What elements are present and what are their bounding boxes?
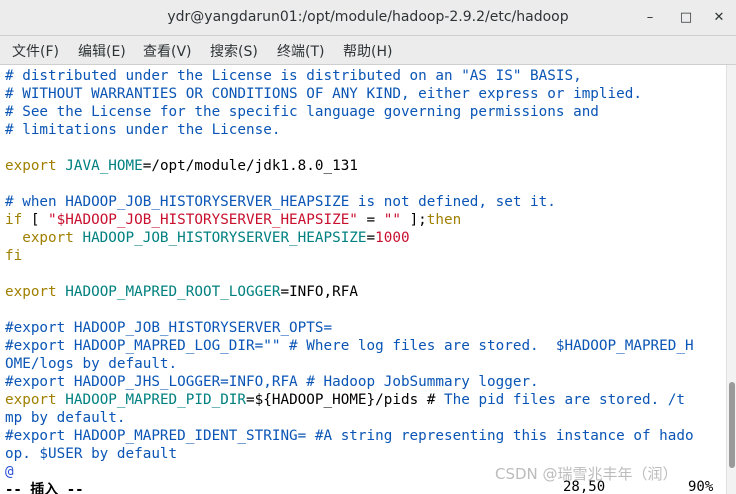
editor-line: fi [5,247,22,265]
code-token: # WITHOUT WARRANTIES OR CONDITIONS OF AN… [5,86,642,102]
editor-line: export HADOOP_MAPRED_PID_DIR=${HADOOP_HO… [5,391,685,409]
code-token: OME/logs by default. [5,356,178,372]
editor-line: # when HADOOP_JOB_HISTORYSERVER_HEAPSIZE… [5,193,556,211]
editor-line: export HADOOP_MAPRED_ROOT_LOGGER=INFO,RF… [5,283,358,301]
code-token: = [357,212,384,228]
editor-line: # See the License for the specific langu… [5,103,599,121]
code-token: then [426,212,462,228]
code-token: # distributed under the License is distr… [5,68,582,84]
menu-edit[interactable]: 编辑(E) [78,41,126,61]
editor-line: #export HADOOP_MAPRED_LOG_DIR="" # Where… [5,337,694,355]
editor-line: #export HADOOP_JOB_HISTORYSERVER_OPTS= [5,319,332,337]
code-token: 1000 [375,230,410,246]
editor-line: export HADOOP_JOB_HISTORYSERVER_HEAPSIZE… [5,229,410,247]
code-token: [ [22,212,49,228]
code-token: export [5,392,66,408]
code-token: HADOOP_MAPRED_PID_DIR [65,392,247,408]
code-token: # limitations under the License. [5,122,281,138]
editor-line: # limitations under the License. [5,121,280,139]
cursor-position: 28,50 [563,479,606,494]
code-token: /pids [375,392,427,408]
code-token: #export HADOOP_MAPRED_LOG_DIR="" # Where… [5,338,694,354]
menu-help[interactable]: 帮助(H) [343,41,392,61]
code-token: /opt/module/jdk1.8.0_131 [151,158,358,174]
editor-line: OME/logs by default. [5,355,177,373]
code-token: JAVA_HOME [65,158,143,174]
code-token: fi [5,248,23,264]
code-token: INFO,RFA [289,284,358,300]
code-token: The pid files are stored. /t [435,392,686,408]
menu-terminal[interactable]: 终端(T) [277,41,324,61]
menu-file[interactable]: 文件(F) [12,41,59,61]
code-token: @ [5,464,14,480]
menu-bar: 文件(F) 编辑(E) 查看(V) 搜索(S) 终端(T) 帮助(H) [0,36,736,65]
code-token: op. $USER by default [5,446,178,462]
editor-line: op. $USER by default [5,445,177,463]
code-token: = [246,392,255,408]
close-icon[interactable]: ✕ [710,9,728,27]
code-token: #export HADOOP_MAPRED_IDENT_STRING= #A s… [5,428,694,444]
code-token: HADOOP_MAPRED_ROOT_LOGGER [65,284,281,300]
code-token: # when HADOOP_JOB_HISTORYSERVER_HEAPSIZE… [5,194,556,210]
code-token: = [280,284,290,300]
code-token: #export HADOOP_JOB_HISTORYSERVER_OPTS= [5,320,333,336]
code-token: HADOOP_JOB_HISTORYSERVER_HEAPSIZE [82,230,367,246]
code-token: export [5,158,66,174]
editor-line: mp by default. [5,409,126,427]
code-token: #export HADOOP_JHS_LOGGER=INFO,RFA # Had… [5,374,539,390]
scrollbar[interactable] [726,65,736,494]
code-token: export [5,284,66,300]
scrollbar-thumb[interactable] [729,382,735,468]
code-token: if [5,212,23,228]
editor-line: #export HADOOP_JHS_LOGGER=INFO,RFA # Had… [5,373,539,391]
scroll-percent: 90% [688,479,714,494]
code-token: ]; [400,212,427,228]
editor-line: # WITHOUT WARRANTIES OR CONDITIONS OF AN… [5,85,642,103]
menu-view[interactable]: 查看(V) [143,41,192,61]
maximize-icon[interactable]: □ [677,9,695,27]
code-token: = [366,230,376,246]
vim-mode-indicator: -- 插入 -- [5,482,84,494]
code-token: export [5,230,83,246]
minimize-icon[interactable]: – [641,9,659,27]
terminal-editor[interactable]: # distributed under the License is distr… [0,65,726,494]
code-token: "" [383,212,401,228]
editor-line: # distributed under the License is distr… [5,67,582,85]
menu-search[interactable]: 搜索(S) [210,41,258,61]
title-bar: ydr@yangdarun01:/opt/module/hadoop-2.9.2… [0,0,736,36]
window-title: ydr@yangdarun01:/opt/module/hadoop-2.9.2… [167,9,569,25]
editor-line: if [ "$HADOOP_JOB_HISTORYSERVER_HEAPSIZE… [5,211,461,229]
code-token: "$HADOOP_JOB_HISTORYSERVER_HEAPSIZE" [48,212,358,228]
editor-line: #export HADOOP_MAPRED_IDENT_STRING= #A s… [5,427,694,445]
code-token: # See the License for the specific langu… [5,104,599,120]
editor-line: export JAVA_HOME=/opt/module/jdk1.8.0_13… [5,157,358,175]
code-token: ${HADOOP_HOME} [254,392,376,408]
code-token: mp by default. [5,410,126,426]
